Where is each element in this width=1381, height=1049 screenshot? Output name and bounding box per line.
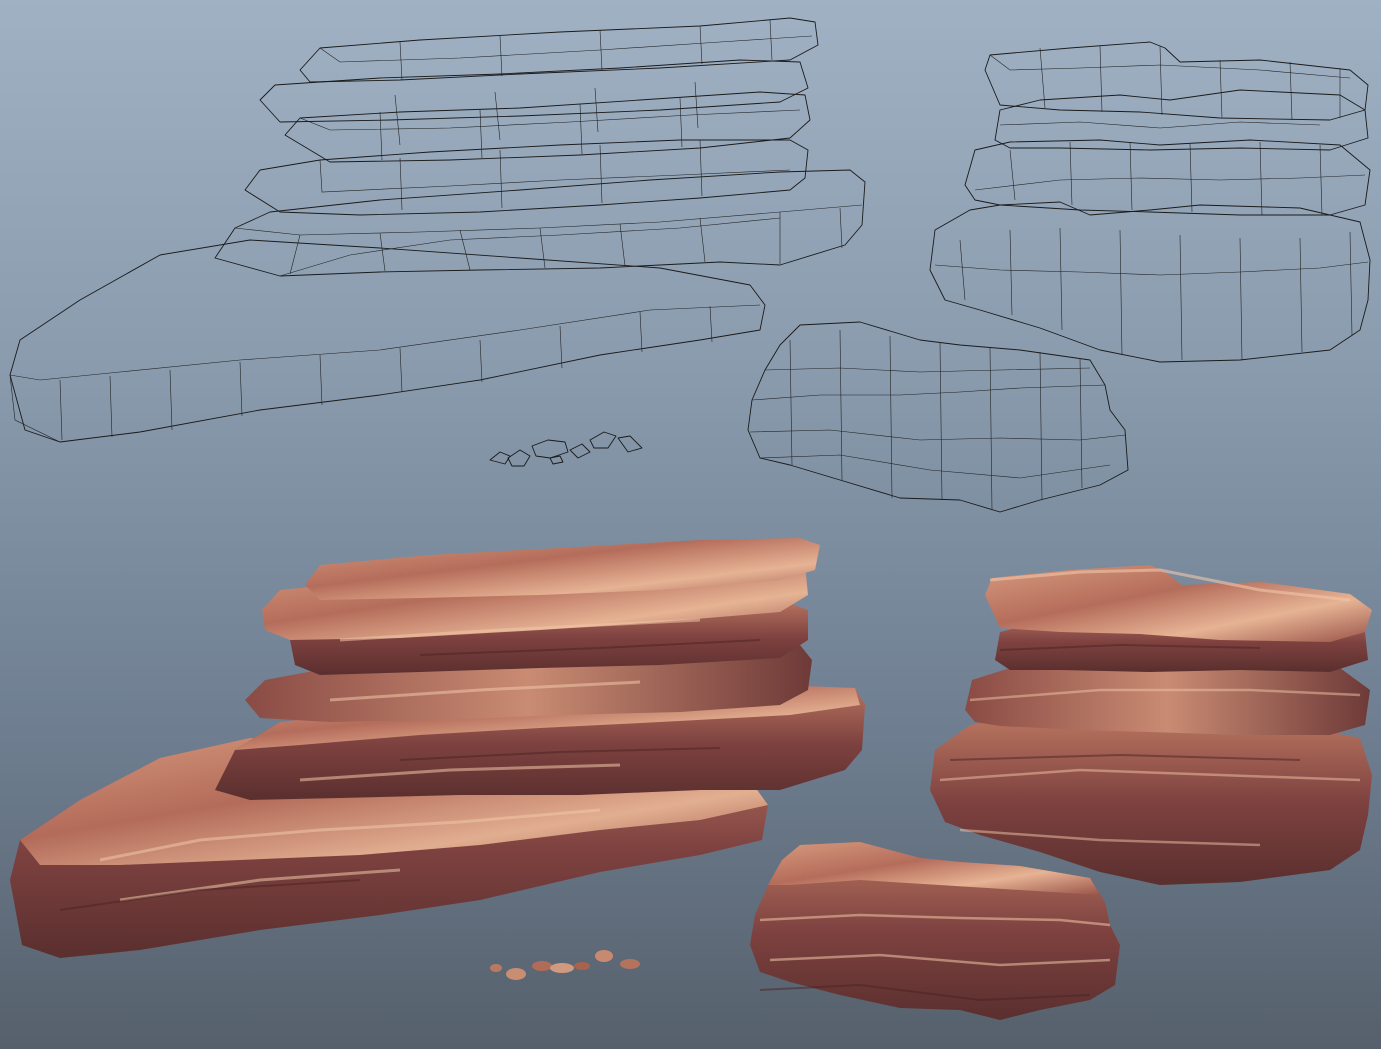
large-mesa-textured[interactable] [10,538,865,958]
pebbles-wireframe[interactable] [489,431,643,467]
pebbles-textured[interactable] [490,950,640,980]
small-ledge-wireframe[interactable] [747,321,1129,513]
scene-canvas [9,17,1372,1020]
3d-viewport[interactable] [0,0,1381,1049]
small-ledge-textured[interactable] [750,842,1120,1020]
large-mesa-wireframe[interactable] [9,17,866,443]
tall-stack-textured[interactable] [930,565,1372,885]
tall-stack-wireframe[interactable] [929,41,1371,363]
